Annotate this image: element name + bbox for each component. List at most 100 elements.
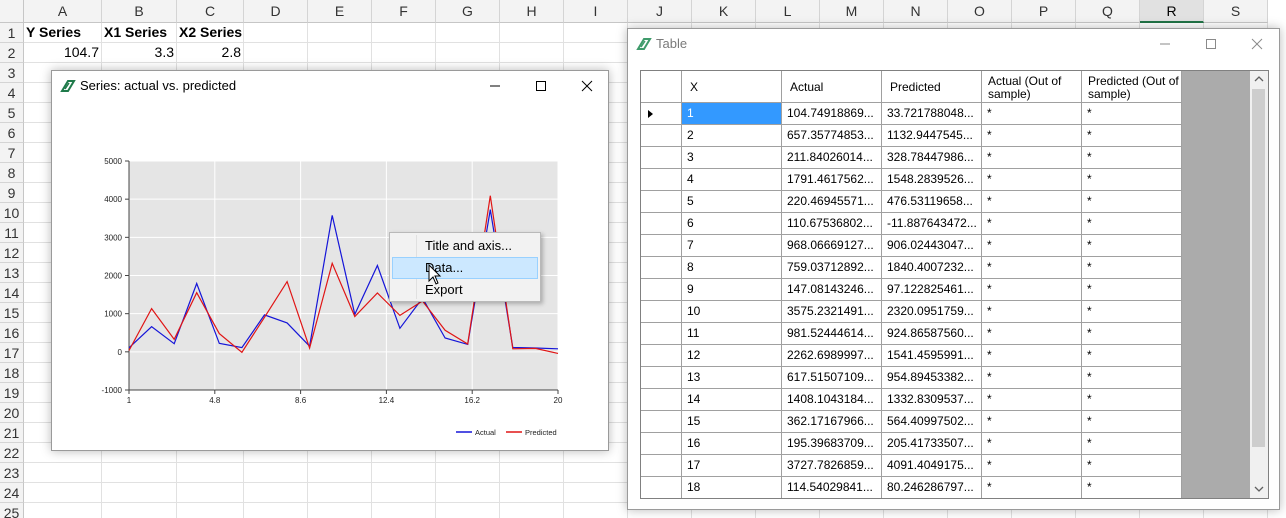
table-cell[interactable]: 11 xyxy=(682,323,782,345)
table-cell[interactable]: * xyxy=(1082,169,1182,191)
table-cell[interactable]: * xyxy=(982,191,1082,213)
column-header-g[interactable]: G xyxy=(436,0,500,23)
table-cell[interactable]: -11.887643472... xyxy=(882,213,982,235)
empty-cell[interactable] xyxy=(177,463,244,483)
table-cell[interactable]: * xyxy=(1082,323,1182,345)
row-selector[interactable] xyxy=(641,169,682,191)
row-selector[interactable] xyxy=(641,301,682,323)
row-selector[interactable] xyxy=(641,257,682,279)
table-cell[interactable]: 924.86587560... xyxy=(882,323,982,345)
row-header-8[interactable]: 8 xyxy=(0,163,24,183)
table-cell[interactable]: 3575.2321491... xyxy=(782,301,882,323)
table-cell[interactable]: 2 xyxy=(682,125,782,147)
table-cell[interactable]: 8 xyxy=(682,257,782,279)
column-header-e[interactable]: E xyxy=(308,0,372,23)
chart-window-titlebar[interactable]: Series: actual vs. predicted xyxy=(52,71,608,101)
empty-cell[interactable] xyxy=(308,23,372,43)
row-selector[interactable] xyxy=(641,411,682,433)
table-cell[interactable]: * xyxy=(982,147,1082,169)
table-cell[interactable]: * xyxy=(1082,125,1182,147)
maximize-button[interactable] xyxy=(518,71,564,101)
empty-cell[interactable] xyxy=(500,463,564,483)
empty-cell[interactable] xyxy=(436,43,500,63)
table-cell[interactable]: * xyxy=(982,125,1082,147)
table-cell[interactable]: 10 xyxy=(682,301,782,323)
table-cell[interactable]: * xyxy=(982,389,1082,411)
table-row[interactable]: 11 981.52444614... 924.86587560... * * xyxy=(641,323,1182,345)
table-cell[interactable]: 205.41733507... xyxy=(882,433,982,455)
table-cell[interactable]: 16 xyxy=(682,433,782,455)
table-cell[interactable]: * xyxy=(1082,213,1182,235)
row-header-11[interactable]: 11 xyxy=(0,223,24,243)
empty-cell[interactable] xyxy=(24,483,102,503)
table-cell[interactable]: 981.52444614... xyxy=(782,323,882,345)
empty-cell[interactable] xyxy=(372,23,436,43)
column-header-p[interactable]: P xyxy=(1012,0,1076,23)
table-cell[interactable]: * xyxy=(1082,257,1182,279)
empty-cell[interactable] xyxy=(308,463,372,483)
column-header-a[interactable]: A xyxy=(24,0,102,23)
row-header-16[interactable]: 16 xyxy=(0,323,24,343)
table-cell[interactable]: 14 xyxy=(682,389,782,411)
minimize-button[interactable] xyxy=(472,71,518,101)
table-cell[interactable]: * xyxy=(1082,345,1182,367)
table-cell[interactable]: 328.78447986... xyxy=(882,147,982,169)
table-cell[interactable]: * xyxy=(982,345,1082,367)
table-cell[interactable]: 195.39683709... xyxy=(782,433,882,455)
row-selector[interactable] xyxy=(641,367,682,389)
table-cell[interactable]: 564.40997502... xyxy=(882,411,982,433)
table-cell[interactable]: 114.54029841... xyxy=(782,477,882,498)
table-cell[interactable]: 9 xyxy=(682,279,782,301)
table-cell[interactable]: * xyxy=(982,169,1082,191)
data-grid[interactable]: X Actual Predicted Actual (Out of sample… xyxy=(640,70,1269,499)
table-row[interactable]: 12 2262.6989997... 1541.4595991... * * xyxy=(641,345,1182,367)
table-cell[interactable]: 1548.2839526... xyxy=(882,169,982,191)
empty-cell[interactable] xyxy=(436,503,500,518)
table-cell[interactable]: 211.84026014... xyxy=(782,147,882,169)
table-cell[interactable]: * xyxy=(982,213,1082,235)
column-header-l[interactable]: L xyxy=(756,0,820,23)
table-row[interactable]: 14 1408.1043184... 1332.8309537... * * xyxy=(641,389,1182,411)
empty-cell[interactable] xyxy=(500,483,564,503)
row-selector[interactable] xyxy=(641,125,682,147)
table-cell[interactable]: * xyxy=(982,301,1082,323)
row-header-10[interactable]: 10 xyxy=(0,203,24,223)
scroll-thumb[interactable] xyxy=(1252,89,1265,447)
menu-item-data[interactable]: Data... xyxy=(392,257,538,279)
row-selector[interactable] xyxy=(641,433,682,455)
table-cell[interactable]: 4091.4049175... xyxy=(882,455,982,477)
vertical-scrollbar[interactable] xyxy=(1250,71,1268,498)
row-selector[interactable] xyxy=(641,323,682,345)
empty-cell[interactable] xyxy=(436,463,500,483)
table-row[interactable]: 3 211.84026014... 328.78447986... * * xyxy=(641,147,1182,169)
cell-b2[interactable]: 3.3 xyxy=(102,43,177,63)
table-row[interactable]: 1 104.74918869... 33.721788048... * * xyxy=(641,103,1182,125)
table-cell[interactable]: 362.17167966... xyxy=(782,411,882,433)
table-cell[interactable]: * xyxy=(1082,389,1182,411)
row-header-7[interactable]: 7 xyxy=(0,143,24,163)
empty-cell[interactable] xyxy=(372,503,436,518)
table-cell[interactable]: 220.46945571... xyxy=(782,191,882,213)
row-selector[interactable] xyxy=(641,191,682,213)
column-header-actual[interactable]: Actual xyxy=(782,71,882,103)
scroll-down-icon[interactable] xyxy=(1254,485,1264,493)
table-cell[interactable]: * xyxy=(982,257,1082,279)
row-header-14[interactable]: 14 xyxy=(0,283,24,303)
table-cell[interactable]: * xyxy=(982,433,1082,455)
empty-cell[interactable] xyxy=(244,23,308,43)
column-header-x[interactable]: X xyxy=(682,71,782,103)
table-cell[interactable]: 3 xyxy=(682,147,782,169)
table-cell[interactable]: 5 xyxy=(682,191,782,213)
table-cell[interactable]: 147.08143246... xyxy=(782,279,882,301)
table-cell[interactable]: 17 xyxy=(682,455,782,477)
row-selector[interactable] xyxy=(641,389,682,411)
column-header-s[interactable]: S xyxy=(1204,0,1268,23)
empty-cell[interactable] xyxy=(564,43,628,63)
table-row[interactable]: 17 3727.7826859... 4091.4049175... * * xyxy=(641,455,1182,477)
row-header-20[interactable]: 20 xyxy=(0,403,24,423)
table-cell[interactable]: 657.35774853... xyxy=(782,125,882,147)
row-selector[interactable] xyxy=(641,213,682,235)
table-cell[interactable]: * xyxy=(982,455,1082,477)
row-header-13[interactable]: 13 xyxy=(0,263,24,283)
table-cell[interactable]: 110.67536802... xyxy=(782,213,882,235)
